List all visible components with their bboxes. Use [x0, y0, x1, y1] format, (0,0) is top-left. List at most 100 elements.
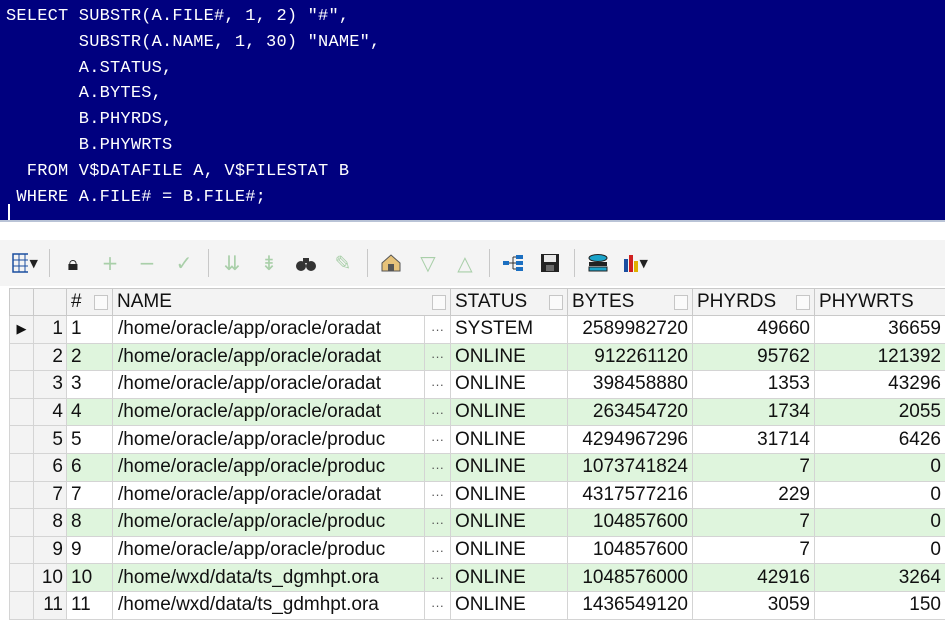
cell-ellipsis-button[interactable]: ···	[424, 452, 451, 482]
cell-bytes[interactable]: 4317577216	[567, 480, 693, 510]
cell-status[interactable]: ONLINE	[450, 342, 568, 372]
cell-bytes[interactable]: 104857600	[567, 508, 693, 537]
cell-ellipsis-button[interactable]: ···	[424, 370, 451, 399]
cell-name[interactable]: /home/oracle/app/oracle/oradat	[112, 370, 425, 399]
cell-file-number[interactable]: 6	[66, 452, 113, 482]
cell-phywrts[interactable]: 43296	[814, 370, 945, 399]
cell-bytes[interactable]: 1436549120	[567, 590, 693, 620]
cell-file-number[interactable]: 5	[66, 425, 113, 454]
cell-ellipsis-button[interactable]: ···	[424, 535, 451, 565]
cell-name[interactable]: /home/oracle/app/oracle/produc	[112, 425, 425, 454]
cell-bytes[interactable]: 4294967296	[567, 425, 693, 454]
move-down-icon[interactable]: ▽	[415, 249, 441, 277]
row-indicator[interactable]: ▶	[9, 315, 34, 344]
row-number[interactable]: 6	[33, 452, 67, 482]
cell-name[interactable]: /home/oracle/app/oracle/produc	[112, 508, 425, 537]
cell-phyrds[interactable]: 7	[692, 452, 815, 482]
cell-bytes[interactable]: 1073741824	[567, 452, 693, 482]
cell-phywrts[interactable]: 6426	[814, 425, 945, 454]
table-row[interactable]: 7 7/home/oracle/app/oracle/oradat ··· ONLIN…	[9, 480, 945, 510]
column-header-phywrts[interactable]: PHYWRTS	[814, 288, 945, 316]
cell-phyrds[interactable]: 7	[692, 508, 815, 537]
cell-phyrds[interactable]: 1734	[692, 397, 815, 427]
cell-phyrds[interactable]: 1353	[692, 370, 815, 399]
row-number[interactable]: 2	[33, 342, 67, 372]
clear-icon[interactable]: ✎	[330, 249, 356, 277]
cell-bytes[interactable]: 398458880	[567, 370, 693, 399]
cell-file-number[interactable]: 3	[66, 370, 113, 399]
table-row[interactable]: 10 10/home/wxd/data/ts_dgmhpt.ora ··· ONLIN…	[9, 563, 945, 592]
column-header-file[interactable]: #	[66, 288, 113, 316]
cell-name[interactable]: /home/oracle/app/oracle/oradat	[112, 315, 425, 344]
cell-file-number[interactable]: 11	[66, 590, 113, 620]
cell-phywrts[interactable]: 150	[814, 590, 945, 620]
grid-options-icon[interactable]: ▼	[12, 249, 38, 277]
cell-status[interactable]: ONLINE	[450, 452, 568, 482]
cell-status[interactable]: ONLINE	[450, 590, 568, 620]
table-row[interactable]: 2 2/home/oracle/app/oracle/oradat ··· ONLIN…	[9, 342, 945, 372]
row-indicator[interactable]	[9, 508, 34, 537]
cell-phywrts[interactable]: 121392	[814, 342, 945, 372]
cell-ellipsis-button[interactable]: ···	[424, 315, 451, 344]
export-icon[interactable]	[378, 249, 404, 277]
cell-file-number[interactable]: 1	[66, 315, 113, 344]
table-row[interactable]: 3 3/home/oracle/app/oracle/oradat ··· ONLIN…	[9, 370, 945, 399]
row-number[interactable]: 5	[33, 425, 67, 454]
delete-record-icon[interactable]: −	[134, 249, 160, 277]
column-menu-button[interactable]	[432, 295, 446, 310]
cell-phywrts[interactable]: 2055	[814, 397, 945, 427]
table-row[interactable]: 6 6/home/oracle/app/oracle/produc ··· ONLIN…	[9, 452, 945, 482]
row-indicator[interactable]	[9, 397, 34, 427]
cell-name[interactable]: /home/oracle/app/oracle/oradat	[112, 480, 425, 510]
row-number[interactable]: 3	[33, 370, 67, 399]
column-menu-button[interactable]	[674, 295, 688, 310]
cell-phyrds[interactable]: 31714	[692, 425, 815, 454]
cell-status[interactable]: ONLINE	[450, 397, 568, 427]
cell-phyrds[interactable]: 3059	[692, 590, 815, 620]
cell-name[interactable]: /home/wxd/data/ts_dgmhpt.ora	[112, 563, 425, 592]
cell-status[interactable]: ONLINE	[450, 370, 568, 399]
table-row[interactable]: 11 11/home/wxd/data/ts_gdmhpt.ora ··· ONLIN…	[9, 590, 945, 620]
cell-ellipsis-button[interactable]: ···	[424, 397, 451, 427]
cell-name[interactable]: /home/oracle/app/oracle/produc	[112, 452, 425, 482]
cell-file-number[interactable]: 2	[66, 342, 113, 372]
table-row[interactable]: 4 4/home/oracle/app/oracle/oradat ··· ONLIN…	[9, 397, 945, 427]
column-menu-button[interactable]	[796, 295, 810, 310]
table-row[interactable]: 9 9/home/oracle/app/oracle/produc ··· ONLIN…	[9, 535, 945, 565]
cell-bytes[interactable]: 912261120	[567, 342, 693, 372]
cell-phywrts[interactable]: 3264	[814, 563, 945, 592]
lock-icon[interactable]: 🔒︎	[60, 249, 86, 277]
cell-file-number[interactable]: 10	[66, 563, 113, 592]
cell-ellipsis-button[interactable]: ···	[424, 425, 451, 454]
row-indicator[interactable]	[9, 535, 34, 565]
row-number[interactable]: 9	[33, 535, 67, 565]
cell-phywrts[interactable]: 36659	[814, 315, 945, 344]
cell-name[interactable]: /home/oracle/app/oracle/produc	[112, 535, 425, 565]
column-menu-button[interactable]	[549, 295, 563, 310]
cell-phywrts[interactable]: 0	[814, 480, 945, 510]
query-plan-icon[interactable]	[500, 249, 526, 277]
cell-name[interactable]: /home/wxd/data/ts_gdmhpt.ora	[112, 590, 425, 620]
cell-bytes[interactable]: 263454720	[567, 397, 693, 427]
cell-phyrds[interactable]: 42916	[692, 563, 815, 592]
cell-status[interactable]: ONLINE	[450, 563, 568, 592]
filter-down-icon[interactable]: ⇊	[219, 249, 245, 277]
column-header-status[interactable]: STATUS	[450, 288, 568, 316]
cell-status[interactable]: ONLINE	[450, 535, 568, 565]
post-edit-icon[interactable]: ✓	[171, 249, 197, 277]
cell-file-number[interactable]: 9	[66, 535, 113, 565]
row-number[interactable]: 7	[33, 480, 67, 510]
row-number[interactable]: 10	[33, 563, 67, 592]
cell-bytes[interactable]: 2589982720	[567, 315, 693, 344]
cell-bytes[interactable]: 1048576000	[567, 563, 693, 592]
cell-phywrts[interactable]: 0	[814, 452, 945, 482]
row-indicator[interactable]	[9, 480, 34, 510]
filter-clear-icon[interactable]: ⇟	[256, 249, 282, 277]
sql-query-text[interactable]: SELECT SUBSTR(A.FILE#, 1, 2) "#", SUBSTR…	[0, 0, 945, 210]
cell-status[interactable]: ONLINE	[450, 480, 568, 510]
cell-ellipsis-button[interactable]: ···	[424, 480, 451, 510]
row-number[interactable]: 1	[33, 315, 67, 344]
cell-bytes[interactable]: 104857600	[567, 535, 693, 565]
cell-ellipsis-button[interactable]: ···	[424, 508, 451, 537]
row-number[interactable]: 4	[33, 397, 67, 427]
